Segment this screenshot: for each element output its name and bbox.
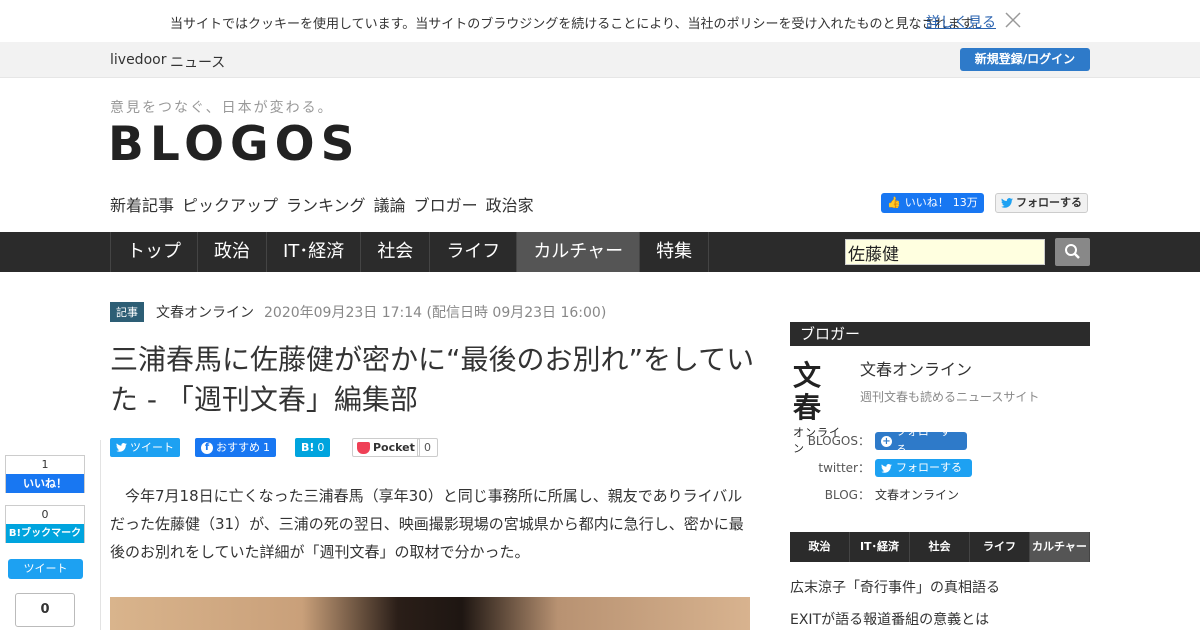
nav-item-life[interactable]: ライフ xyxy=(429,232,516,272)
search-input[interactable] xyxy=(845,239,1045,265)
sidebar-article-link[interactable]: 広末涼子「奇行事件」の真相語る xyxy=(790,577,1000,597)
share-tweet-button[interactable]: ツイート xyxy=(110,438,180,457)
subnav-item-blogger[interactable]: ブロガー xyxy=(414,192,478,216)
twitter-bird-icon xyxy=(1001,198,1013,208)
like-label: いいね！ xyxy=(904,196,949,209)
twitter-bird-icon xyxy=(116,443,127,452)
blogos-follow-label: フォローする xyxy=(895,425,951,456)
nav-item-top[interactable]: トップ xyxy=(110,232,197,272)
float-hatena-button[interactable]: 0 B!ブックマーク xyxy=(5,505,85,543)
article-photo xyxy=(110,597,750,630)
twitter-follow-label: フォローする xyxy=(896,461,962,474)
twitter-bird-icon xyxy=(881,463,892,473)
sidebar-tab-society[interactable]: 社会 xyxy=(910,532,970,562)
plus-icon: + xyxy=(881,435,892,447)
float-total-count: 0 xyxy=(15,593,75,627)
pocket-icon xyxy=(357,441,370,454)
pocket-count: 0 xyxy=(417,438,438,457)
subnav-item-pickup[interactable]: ピックアップ xyxy=(182,192,278,216)
subnav-item-new[interactable]: 新着記事 xyxy=(110,192,174,216)
facebook-icon: f xyxy=(201,441,213,454)
close-icon[interactable] xyxy=(1004,11,1022,29)
livedoor-brand-link[interactable]: livedoor xyxy=(110,52,166,68)
blogger-name-link[interactable]: 文春オンライン xyxy=(860,356,972,380)
blogger-description: 週刊文春も読めるニュースサイト xyxy=(860,390,1040,404)
share-hatena-button[interactable]: B! 0 xyxy=(295,438,331,457)
share-facebook-label: おすすめ xyxy=(216,441,260,454)
left-divider xyxy=(100,440,101,630)
follow-label: フォローする xyxy=(1016,196,1082,209)
sub-navigation: 新着記事 ピックアップ ランキング 議論 ブロガー 政治家 xyxy=(110,192,534,216)
share-facebook-button[interactable]: f おすすめ 1 xyxy=(195,438,276,457)
float-like-button[interactable]: 1 いいね！ xyxy=(5,455,85,493)
share-hatena-count: 0 xyxy=(317,441,325,454)
sidebar-article-link[interactable]: EXITが語る報道番組の意義とは xyxy=(790,609,989,629)
float-tweet-button[interactable]: ツイート xyxy=(8,559,83,579)
article-type-badge: 記事 xyxy=(110,302,144,322)
sidebar-tab-culture[interactable]: カルチャー xyxy=(1030,532,1090,562)
share-tweet-label: ツイート xyxy=(130,441,174,454)
article-source-link[interactable]: 文春オンライン xyxy=(156,302,254,322)
blog-label: BLOG： xyxy=(824,488,870,502)
top-bar: livedoor ニュース 新規登録/ログイン xyxy=(0,42,1200,78)
logo-main-text: 文春 xyxy=(793,359,823,424)
sidebar-tab-it-economy[interactable]: IT･経済 xyxy=(850,532,910,562)
share-hatena-label: B! xyxy=(301,441,315,454)
facebook-like-button[interactable]: 👍 いいね！ 13万 xyxy=(881,193,984,213)
sidebar-tab-life[interactable]: ライフ xyxy=(970,532,1030,562)
nav-item-special[interactable]: 特集 xyxy=(639,232,710,272)
cookie-text: 当サイトではクッキーを使用しています。当サイトのブラウジングを続けることにより、… xyxy=(170,17,986,32)
subnav-item-politician[interactable]: 政治家 xyxy=(486,192,534,216)
article-headline: 三浦春馬に佐藤健が密かに“最後のお別れ”をしていた - 「週刊文春」編集部 xyxy=(110,343,755,416)
share-pocket-label: Pocket xyxy=(373,441,415,454)
float-like-label: いいね！ xyxy=(6,474,84,493)
float-tweet-label: ツイート xyxy=(23,562,68,575)
share-pocket-button[interactable]: Pocket xyxy=(352,438,420,457)
nav-item-society[interactable]: 社会 xyxy=(360,232,429,272)
subnav-item-discussion[interactable]: 議論 xyxy=(374,192,406,216)
twitter-follow-button[interactable]: フォローする xyxy=(995,193,1088,213)
bunshun-online-logo[interactable]: 文春 オンライン xyxy=(793,360,849,456)
register-login-button[interactable]: 新規登録/ログイン xyxy=(960,48,1090,71)
twitter-follow-button-sidebar[interactable]: フォローする xyxy=(875,459,972,477)
blogos-follow-button[interactable]: + フォローする xyxy=(875,425,967,456)
sidebar-tab-politics[interactable]: 政治 xyxy=(790,532,850,562)
cookie-more-link[interactable]: 詳しく見る xyxy=(926,12,996,32)
search-icon xyxy=(1065,244,1080,259)
nav-item-it-economy[interactable]: IT･経済 xyxy=(266,232,360,272)
float-hatena-label: B!ブックマーク xyxy=(6,524,84,543)
sidebar-category-tabs: 政治 IT･経済 社会 ライフ カルチャー xyxy=(790,532,1090,562)
cookie-banner: 当サイトではクッキーを使用しています。当サイトのブラウジングを続けることにより、… xyxy=(0,0,1200,42)
blogos-label: BLOGOS： xyxy=(807,434,870,448)
share-facebook-count: 1 xyxy=(263,441,270,454)
blog-link[interactable]: 文春オンライン xyxy=(875,486,959,503)
like-count: 13万 xyxy=(952,196,978,209)
article-date: 2020年09月23日 17:14 (配信日時 09月23日 16:00) xyxy=(264,305,607,321)
subnav-item-ranking[interactable]: ランキング xyxy=(286,192,366,216)
thumbs-up-icon: 👍 xyxy=(887,196,901,209)
main-navigation: トップ 政治 IT･経済 社会 ライフ カルチャー 特集 xyxy=(0,232,1200,272)
float-like-count: 1 xyxy=(41,458,49,471)
news-brand-link[interactable]: ニュース xyxy=(170,52,225,72)
nav-item-culture[interactable]: カルチャー xyxy=(516,232,640,272)
article-body: 今年7月18日に亡くなった三浦春馬（享年30）と同じ事務所に所属し、親友でありラ… xyxy=(110,487,744,561)
search-button[interactable] xyxy=(1055,238,1090,266)
site-tagline: 意見をつなぐ、日本が変わる。 xyxy=(110,100,334,116)
site-logo[interactable]: BLOGOS xyxy=(108,117,360,172)
twitter-label: twitter： xyxy=(818,461,870,475)
float-hatena-count: 0 xyxy=(41,508,49,521)
nav-item-politics[interactable]: 政治 xyxy=(197,232,266,272)
sidebar-heading: ブロガー xyxy=(790,322,1090,346)
